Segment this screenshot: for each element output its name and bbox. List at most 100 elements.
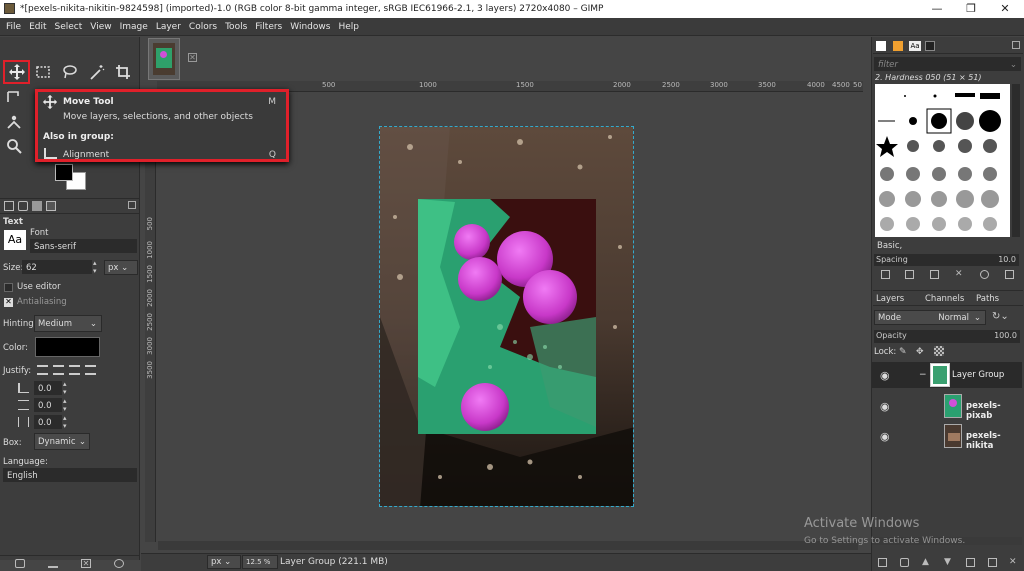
line-spacing-input[interactable]: 0.0 [34, 398, 62, 412]
layer-name[interactable]: pexels-nikita [966, 431, 1022, 451]
language-input[interactable]: English [3, 468, 137, 482]
delete-layer-icon[interactable]: ✕ [1009, 557, 1017, 567]
warp-tool-button[interactable] [3, 112, 25, 132]
layer-row-group[interactable]: ◉ − Layer Group [872, 362, 1022, 388]
anchor-layer-icon[interactable] [988, 558, 997, 567]
tab-layers[interactable]: Layers [876, 294, 904, 304]
menu-layer[interactable]: Layer [152, 18, 185, 36]
antialiasing-checkbox[interactable]: ✕ [4, 298, 13, 307]
line-spacing-stepper[interactable]: ▴ ▾ [63, 397, 67, 413]
font-input[interactable]: Sans-serif [30, 239, 137, 253]
raise-layer-icon[interactable]: ▲ [922, 557, 929, 567]
restore-preset-icon[interactable] [48, 559, 58, 568]
tab-paths[interactable]: Paths [976, 294, 999, 304]
horizontal-scrollbar[interactable] [158, 541, 858, 550]
undo-history-tab-icon[interactable] [32, 201, 42, 211]
tab-channels[interactable]: Channels [925, 294, 964, 304]
new-layer-icon[interactable] [878, 558, 887, 567]
transform-tool-button[interactable] [3, 88, 25, 108]
size-unit-select[interactable]: px ⌄ [104, 260, 138, 275]
opacity-slider[interactable]: Opacity 100.0 [874, 330, 1020, 343]
indent-input[interactable]: 0.0 [34, 381, 62, 395]
indent-stepper[interactable]: ▴ ▾ [63, 380, 67, 396]
layer-name[interactable]: Layer Group [952, 370, 1004, 380]
zoom-tool-button[interactable] [3, 136, 25, 156]
patterns-tab-icon[interactable] [893, 41, 903, 51]
crop-tool-button[interactable] [112, 62, 134, 82]
close-button[interactable]: ✕ [988, 0, 1022, 18]
images-tab-icon[interactable] [46, 201, 56, 211]
lock-pixels-icon[interactable]: ✎ [899, 347, 907, 357]
justify-left-icon[interactable] [37, 365, 48, 375]
menu-filters[interactable]: Filters [251, 18, 286, 36]
use-editor-checkbox[interactable] [4, 283, 13, 292]
justify-right-icon[interactable] [53, 365, 64, 375]
menu-windows[interactable]: Windows [286, 18, 334, 36]
menu-colors[interactable]: Colors [185, 18, 221, 36]
layer-name[interactable]: pexels-pixab [966, 401, 1022, 421]
delete-preset-icon[interactable]: ✕ [81, 559, 91, 568]
justify-center-icon[interactable] [69, 365, 80, 375]
eye-icon[interactable]: ◉ [880, 369, 890, 382]
lock-position-icon[interactable]: ✥ [916, 347, 924, 357]
configure-tab-icon[interactable] [128, 201, 136, 209]
spacing-slider[interactable]: Spacing 10.0 [874, 254, 1019, 266]
zoom-select[interactable]: 12.5 % [242, 555, 278, 569]
menu-help[interactable]: Help [334, 18, 363, 36]
text-color-button[interactable] [35, 337, 100, 357]
menu-select[interactable]: Select [51, 18, 87, 36]
duplicate-layer-icon[interactable] [966, 558, 975, 567]
image-canvas[interactable] [379, 126, 634, 507]
move-tool-button[interactable] [3, 60, 30, 84]
mode-reset-icon[interactable]: ↻⌄ [992, 311, 1009, 322]
lock-alpha-icon[interactable] [934, 346, 944, 356]
foreground-color-swatch[interactable] [55, 164, 73, 181]
edit-brush-icon[interactable] [881, 270, 890, 279]
brush-filter-input[interactable]: filter ⌄ [874, 57, 1021, 71]
menu-image[interactable]: Image [116, 18, 152, 36]
reset-icon[interactable] [114, 559, 124, 568]
eye-icon[interactable]: ◉ [880, 400, 890, 413]
layer-row-pexels-nikita[interactable]: ◉ pexels-nikita [872, 423, 1022, 451]
delete-brush-icon[interactable]: ✕ [955, 269, 964, 279]
free-select-tool-button[interactable] [58, 62, 80, 82]
menu-file[interactable]: File [0, 18, 25, 36]
new-layer-group-icon[interactable] [900, 558, 909, 567]
collapse-group-icon[interactable]: − [919, 370, 927, 380]
layer-row-pexels-pixab[interactable]: ◉ pexels-pixab [872, 393, 1022, 421]
fuzzy-select-tool-button[interactable] [86, 62, 108, 82]
brush-grid[interactable] [875, 84, 1010, 237]
menu-view[interactable]: View [86, 18, 115, 36]
font-preview-button[interactable]: Aa [4, 230, 26, 250]
configure-tab-icon[interactable] [1012, 41, 1020, 49]
duplicate-brush-icon[interactable] [930, 270, 939, 279]
brush-to-image-icon[interactable] [1005, 270, 1014, 279]
letter-spacing-stepper[interactable]: ▴ ▾ [63, 414, 67, 430]
letter-spacing-input[interactable]: 0.0 [34, 415, 62, 429]
tool-options-tab-icon[interactable] [4, 201, 14, 211]
justify-fill-icon[interactable] [85, 365, 96, 375]
close-image-tab-icon[interactable]: ✕ [188, 53, 197, 62]
brushes-tab-icon[interactable] [876, 41, 886, 51]
restore-button[interactable]: ❐ [954, 0, 988, 18]
brush-preset-field[interactable]: Basic, [874, 239, 1012, 253]
layer-mode-select[interactable]: Mode Normal ⌄ [874, 310, 986, 325]
rect-select-tool-button[interactable] [32, 62, 54, 82]
unit-select[interactable]: px ⌄ [207, 555, 241, 569]
menu-edit[interactable]: Edit [25, 18, 50, 36]
lower-layer-icon[interactable]: ▼ [944, 557, 951, 567]
save-preset-icon[interactable] [15, 559, 25, 568]
eye-icon[interactable]: ◉ [880, 430, 890, 443]
brush-grid-scrollbar[interactable] [1012, 84, 1020, 237]
minimize-button[interactable]: — [920, 0, 954, 18]
device-status-tab-icon[interactable] [18, 201, 28, 211]
size-stepper[interactable]: ▴ ▾ [93, 259, 97, 275]
new-brush-icon[interactable] [905, 270, 914, 279]
document-history-tab-icon[interactable] [925, 41, 935, 51]
size-input[interactable]: 62 [22, 260, 92, 274]
refresh-brushes-icon[interactable] [980, 270, 989, 279]
image-tab-thumbnail[interactable] [148, 38, 180, 80]
box-select[interactable]: Dynamic ⌄ [34, 433, 90, 450]
fonts-tab-icon[interactable]: Aa [909, 41, 921, 51]
menu-tools[interactable]: Tools [221, 18, 251, 36]
